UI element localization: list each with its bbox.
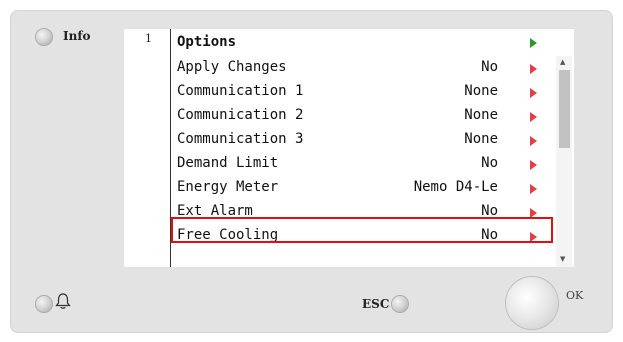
menu-row-apply-changes[interactable]: Apply Changes No: [175, 57, 540, 79]
esc-button[interactable]: [392, 296, 408, 312]
info-label: Info: [63, 29, 91, 43]
row-arrow-icon[interactable]: [530, 112, 537, 122]
scroll-up-icon[interactable]: ▲: [560, 58, 565, 66]
row-value: None: [464, 131, 498, 147]
page-number: 1: [145, 32, 152, 45]
row-label: Communication 3: [177, 131, 304, 147]
row-value: Nemo D4-Le: [413, 179, 498, 195]
row-label: Apply Changes: [177, 59, 287, 75]
row-value: No: [481, 155, 498, 171]
row-arrow-icon[interactable]: [530, 64, 537, 74]
row-label: Energy Meter: [177, 179, 279, 195]
esc-label: ESC: [362, 297, 390, 311]
menu-row-communication-1[interactable]: Communication 1 None: [175, 81, 540, 103]
ok-label: OK: [566, 289, 584, 302]
ok-button[interactable]: [506, 277, 558, 329]
row-label: Communication 2: [177, 107, 304, 123]
menu-row-energy-meter[interactable]: Energy Meter Nemo D4-Le: [175, 177, 540, 199]
row-value: No: [481, 59, 498, 75]
menu-row-communication-2[interactable]: Communication 2 None: [175, 105, 540, 127]
row-value: None: [464, 83, 498, 99]
info-button[interactable]: [36, 29, 52, 45]
menu-row-demand-limit[interactable]: Demand Limit No: [175, 153, 540, 175]
row-arrow-icon[interactable]: [530, 136, 537, 146]
alarm-button[interactable]: [36, 296, 52, 312]
scrollbar-thumb[interactable]: [559, 70, 570, 148]
row-label: Demand Limit: [177, 155, 279, 171]
row-arrow-icon[interactable]: [530, 160, 537, 170]
menu-row-communication-3[interactable]: Communication 3 None: [175, 129, 540, 151]
row-arrow-icon[interactable]: [530, 184, 537, 194]
row-arrow-icon[interactable]: [530, 88, 537, 98]
row-value: None: [464, 107, 498, 123]
selection-highlight: [171, 217, 553, 243]
scroll-down-icon[interactable]: ▼: [560, 255, 565, 263]
menu-title: Options: [177, 34, 237, 50]
menu-title-row: Options: [175, 32, 540, 54]
row-label: Communication 1: [177, 83, 304, 99]
bell-icon: [55, 293, 71, 309]
title-arrow-icon: [530, 38, 537, 48]
